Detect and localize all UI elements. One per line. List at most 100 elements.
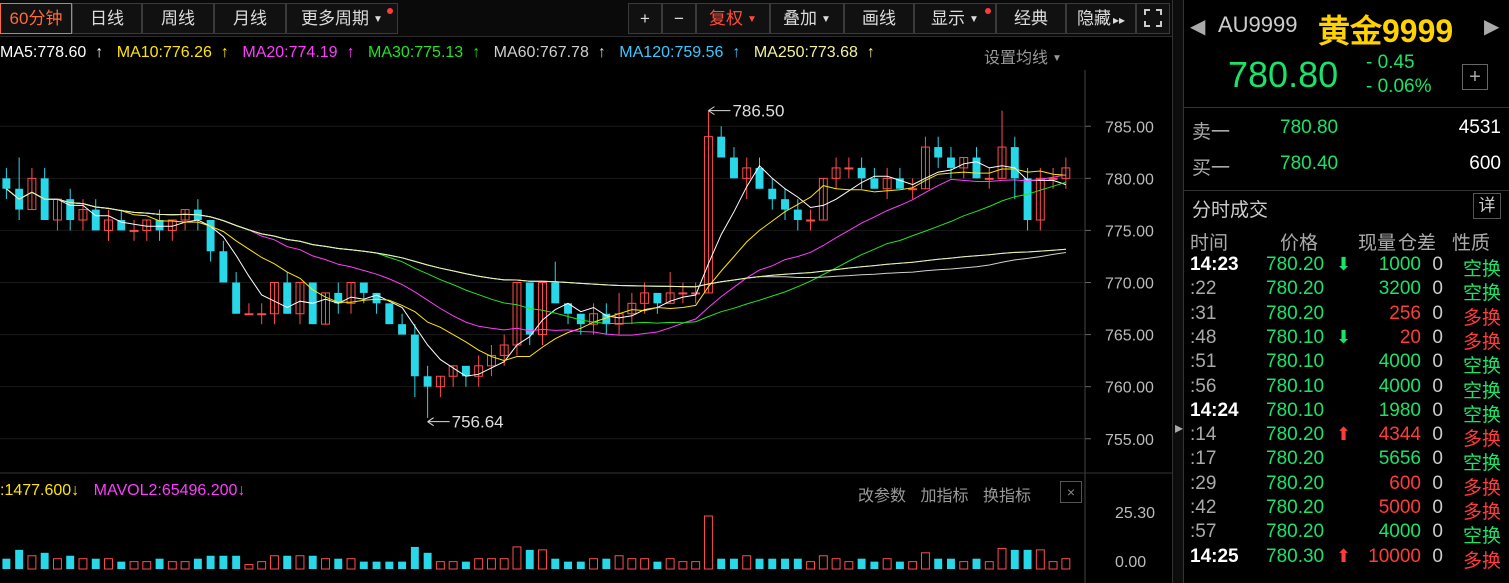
period-weekly-button[interactable]: 周线 xyxy=(142,3,214,34)
volume-bar xyxy=(818,555,828,570)
volume-bar xyxy=(219,555,228,569)
period-daily-button[interactable]: 日线 xyxy=(72,3,142,34)
tick-time: :57 xyxy=(1190,521,1217,543)
chart-toolbar: 60分钟 日线 周线 月线 更多周期 ▼ + − 复权 ▼ 叠加 ▼ 画线 显示 ▼ 经… xyxy=(0,0,1172,37)
tick-row: 14:23 780.20 ⬇ 1000 0 空换 xyxy=(1184,254,1509,280)
sell1-row: 卖一 780.80 4531 xyxy=(1184,110,1509,146)
volume-bar xyxy=(920,552,930,570)
tick-time: :51 xyxy=(1190,351,1217,373)
tick-oi-change: 0 xyxy=(1432,254,1443,275)
ma250-label: MA250:773.68 ↑ xyxy=(753,44,875,61)
volume-bar xyxy=(372,561,381,569)
volume-bar xyxy=(768,558,777,569)
tick-oi-change: 0 xyxy=(1432,497,1443,518)
restore-rights-button[interactable]: 复权 ▼ xyxy=(696,3,770,34)
volume-bar xyxy=(180,561,190,570)
tick-time: :42 xyxy=(1190,497,1217,518)
kline-chart[interactable]: 785.00 780.00 775.00 770.00 765.00 760.00 755.… xyxy=(0,70,1172,583)
volume-bar xyxy=(206,555,215,569)
col-volume: 现量 xyxy=(1358,233,1397,254)
detail-button[interactable]: 详 xyxy=(1473,193,1501,219)
tick-arrow-icon: ⬇ xyxy=(1336,254,1352,274)
draw-line-button[interactable]: 画线 xyxy=(844,3,914,34)
tick-price: 780.20 xyxy=(1266,448,1325,470)
add-indicator-button[interactable]: 加指标 xyxy=(920,488,968,505)
notification-dot-icon xyxy=(387,8,393,14)
tick-price: 780.20 xyxy=(1266,278,1325,300)
volume-bar xyxy=(1023,549,1032,569)
volume-bar xyxy=(614,555,624,570)
price-tick-label: 780.00 xyxy=(1105,171,1154,188)
volume-bar xyxy=(627,558,637,570)
tick-nature: 多换 xyxy=(1462,331,1501,353)
caret-down-icon: ▼ xyxy=(821,14,831,25)
candle-body xyxy=(768,188,777,200)
tick-row: :14 780.20 ⬆ 4344 0 多换 xyxy=(1184,424,1509,450)
plus-icon[interactable]: + xyxy=(1462,64,1488,90)
quote-header: ◀ AU9999 黄金9999 ▶ 780.80 - 0.45 - 0.06% … xyxy=(1184,0,1509,108)
instrument-name: 黄金9999 xyxy=(1318,13,1454,49)
tick-time: 14:23 xyxy=(1190,254,1239,275)
candle-body xyxy=(934,147,943,158)
volume-bar xyxy=(295,555,305,570)
period-monthly-button[interactable]: 月线 xyxy=(214,3,286,34)
ma5-label: MA5:778.60 ↑ xyxy=(0,44,104,61)
ma10-label: MA10:776.26 ↑ xyxy=(116,44,229,61)
more-periods-button[interactable]: 更多周期 ▼ xyxy=(286,3,398,34)
ma-setting-button[interactable]: 设置均线 ▼ xyxy=(984,44,1062,68)
period-60min-button[interactable]: 60分钟 xyxy=(0,3,72,34)
prev-arrow-icon[interactable]: ◀ xyxy=(1190,14,1205,39)
volume-bar xyxy=(997,547,1007,570)
volume-bar xyxy=(934,558,943,569)
volume-bar xyxy=(269,555,279,570)
tick-nature: 空换 xyxy=(1462,283,1501,305)
candle-body xyxy=(257,313,267,316)
ma-line xyxy=(6,174,1066,336)
overlay-label: 叠加 xyxy=(783,9,818,28)
sell1-qty: 4531 xyxy=(1458,117,1501,138)
switch-indicator-button[interactable]: 换指标 xyxy=(983,488,1031,505)
volume-bar xyxy=(564,561,572,569)
candle-body xyxy=(1023,178,1032,220)
tick-volume: 5656 xyxy=(1378,448,1421,470)
volume-bar xyxy=(321,558,330,570)
overlay-button[interactable]: 叠加 ▼ xyxy=(770,3,844,34)
candle-body xyxy=(1048,177,1058,180)
close-icon[interactable]: × xyxy=(1060,481,1082,503)
tick-time: :22 xyxy=(1190,278,1217,300)
panel-splitter[interactable]: ▸ xyxy=(1172,0,1184,583)
display-button[interactable]: 显示 ▼ xyxy=(914,3,996,34)
tick-price: 780.20 xyxy=(1266,521,1325,543)
volume-bar xyxy=(972,558,981,569)
volume-bar xyxy=(703,515,713,570)
volume-bar xyxy=(423,552,432,569)
annotation-label: 786.50 xyxy=(732,102,784,121)
volume-bar xyxy=(844,561,854,570)
volume-bar xyxy=(283,555,292,569)
tick-row: :42 780.20 5000 0 多换 xyxy=(1184,497,1509,523)
hide-button[interactable]: 隐藏 ▸▸ xyxy=(1066,3,1136,34)
volume-bar xyxy=(346,558,356,570)
candle-body xyxy=(244,313,254,316)
next-arrow-icon[interactable]: ▶ xyxy=(1484,14,1499,39)
candle-body xyxy=(793,209,802,220)
volume-bar xyxy=(602,558,611,569)
instrument-code: AU9999 xyxy=(1218,12,1298,37)
expand-button[interactable] xyxy=(1136,3,1170,34)
classic-button[interactable]: 经典 xyxy=(996,3,1066,34)
col-oi-change: 仓差 xyxy=(1398,233,1437,254)
zoom-in-button[interactable]: + xyxy=(628,3,662,34)
tick-arrow-icon: ⬆ xyxy=(1336,545,1352,566)
change-params-button[interactable]: 改参数 xyxy=(858,488,906,505)
volume-bar xyxy=(755,558,764,569)
candle-body xyxy=(423,376,432,387)
buy1-qty: 600 xyxy=(1469,153,1501,174)
tick-oi-change: 0 xyxy=(1432,545,1443,567)
tick-nature: 空换 xyxy=(1462,356,1501,378)
zoom-out-button[interactable]: − xyxy=(662,3,696,34)
volume-bar xyxy=(742,555,752,570)
volume-bar xyxy=(1010,549,1019,569)
volume-tools: 改参数 加指标 换指标 xyxy=(858,482,1041,506)
price-tick-label: 755.00 xyxy=(1105,432,1154,449)
tick-time: :17 xyxy=(1190,448,1217,470)
